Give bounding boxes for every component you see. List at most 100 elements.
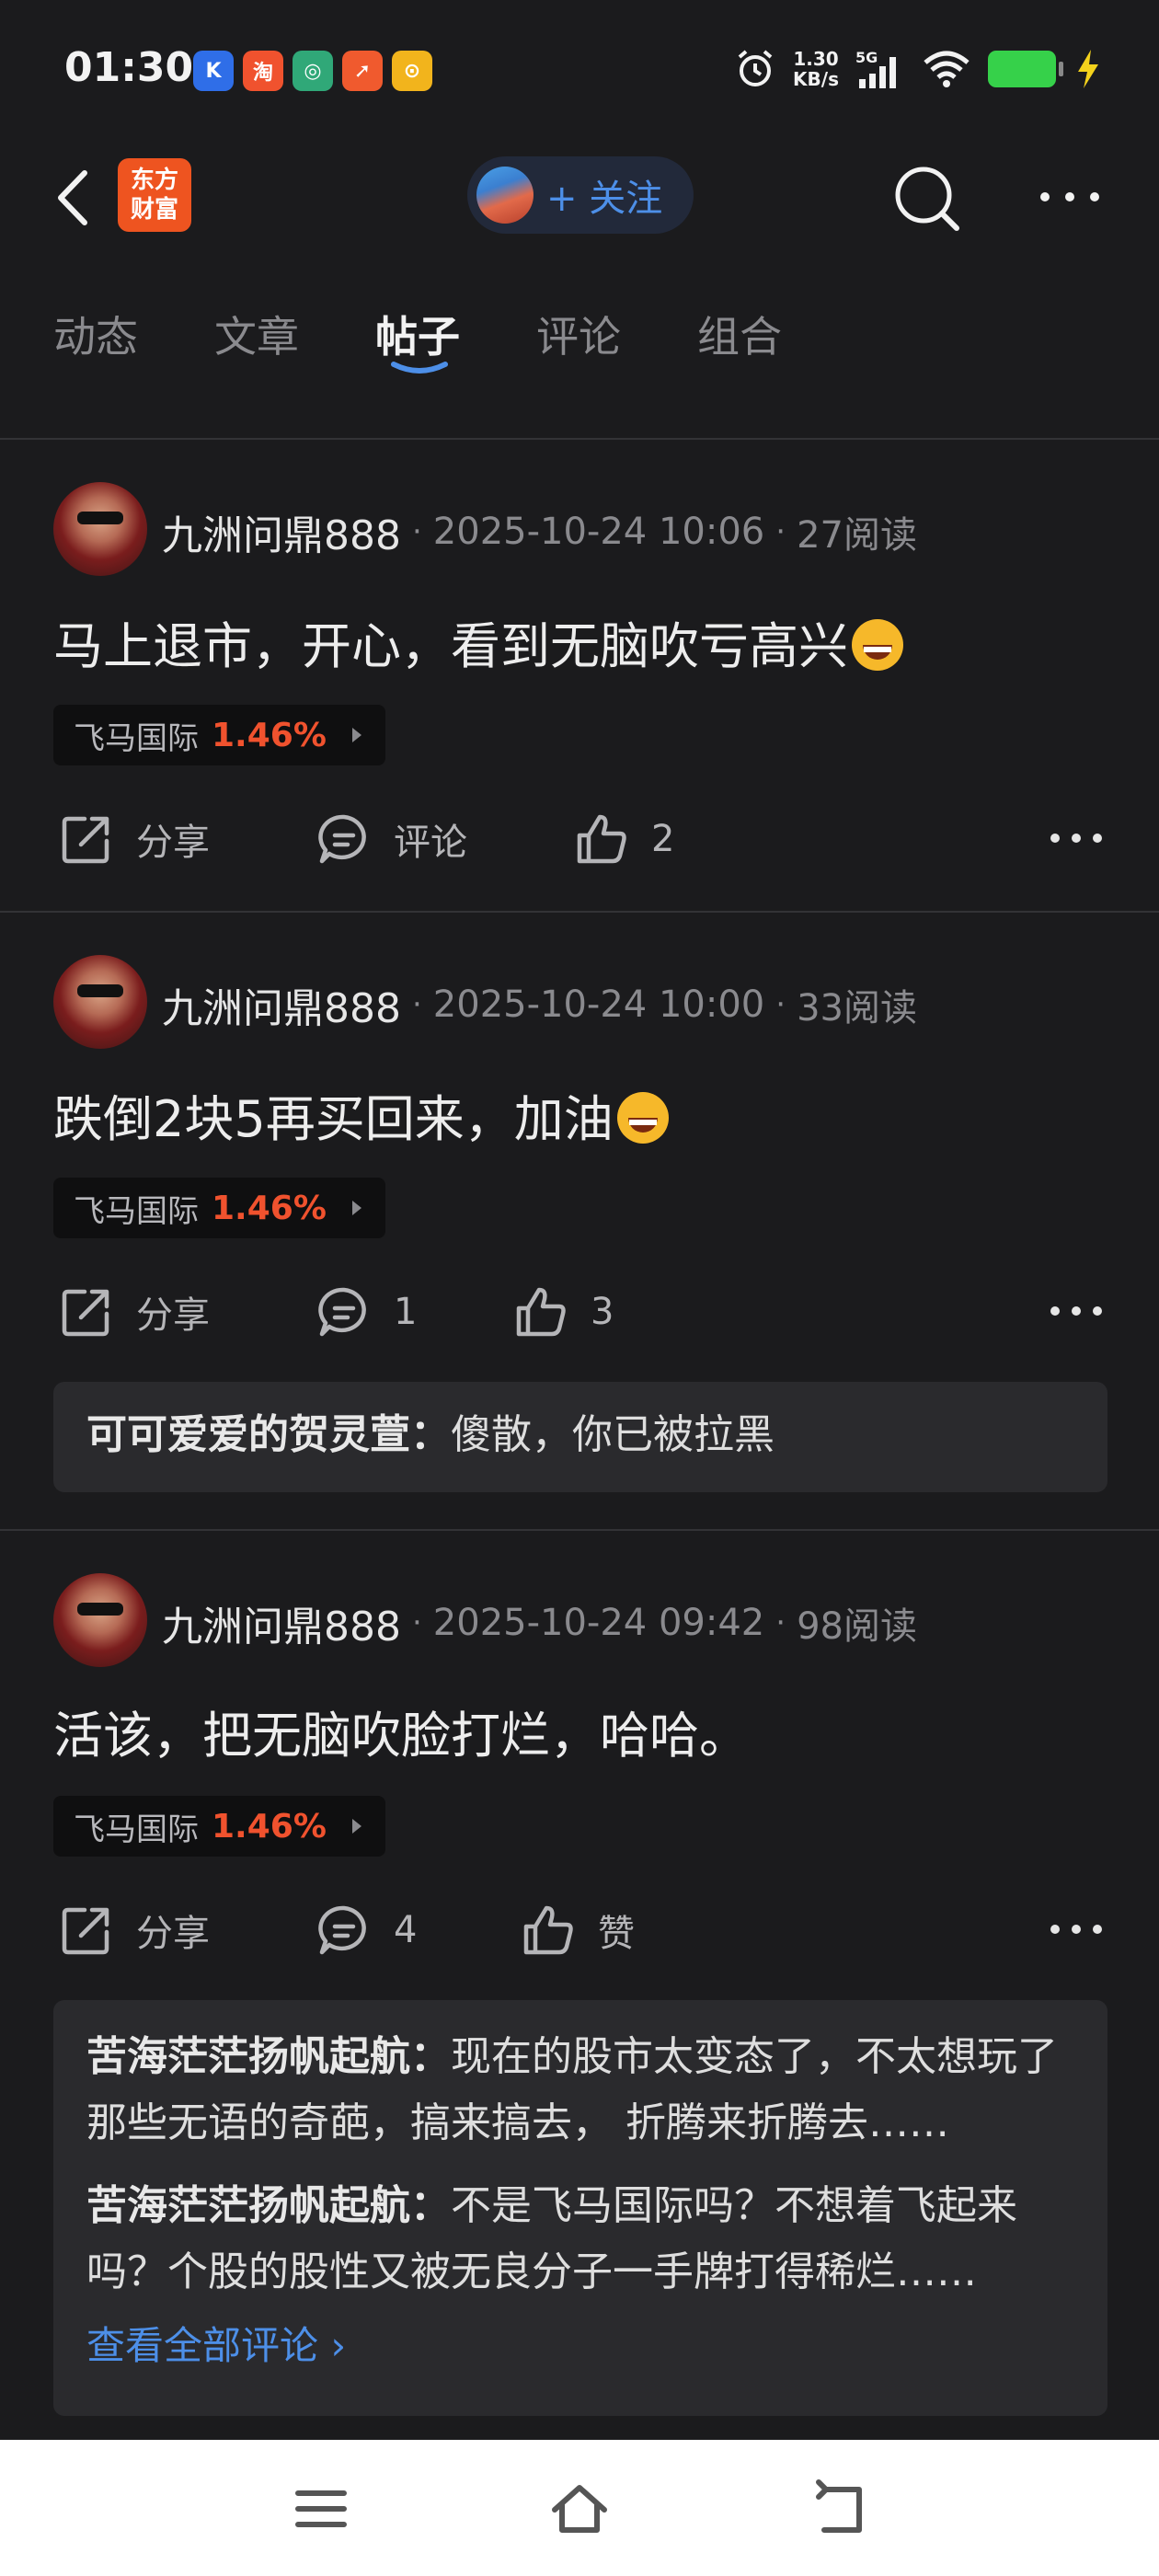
more-icon[interactable] <box>1049 830 1104 846</box>
battery-icon <box>988 51 1063 87</box>
comment-item[interactable]: 苦海茫茫扬帆起航：不是飞马国际吗？不想着飞起来吗？个股的股性又被无良分子一手牌打… <box>86 2173 1074 2306</box>
thumbs-up-icon <box>523 1905 573 1955</box>
stock-tag[interactable]: 飞马国际 1.46% <box>53 1796 385 1857</box>
comment-author: 可可爱爱的贺灵萱 <box>86 1411 410 1458</box>
more-icon[interactable] <box>1049 1303 1104 1319</box>
menu-icon[interactable] <box>289 2477 353 2541</box>
post-card[interactable]: 九洲问鼎888 · 2025-10-24 10:06 · 27阅读 马上退市，开… <box>0 440 1159 911</box>
post-meta: 九洲问鼎888 · 2025-10-24 10:06 · 27阅读 <box>162 502 917 561</box>
post-text[interactable]: 活该，把无脑吹脸打烂，哈哈。 <box>53 1695 749 1767</box>
tab-indicator <box>391 362 448 374</box>
wifi-icon <box>924 51 970 87</box>
comment-author: 苦海茫茫扬帆起航 <box>86 2182 410 2229</box>
comment-button[interactable]: 评论 <box>315 802 467 876</box>
comment-text: 傻散，你已被拉黑 <box>451 1411 775 1458</box>
username[interactable]: 九洲问鼎888 <box>162 975 401 1034</box>
k-app-icon: K <box>193 51 234 91</box>
comment-item[interactable]: 可可爱爱的贺灵萱：傻散，你已被拉黑 <box>86 1402 1074 1468</box>
profile-tabs: 动态 文章 帖子 评论 组合 <box>0 294 1159 386</box>
tab-dynamics[interactable]: 动态 <box>53 304 138 364</box>
post-text[interactable]: 马上退市，开心，看到无脑吹亏高兴 <box>53 605 903 678</box>
green-app-icon: ◎ <box>293 51 333 91</box>
like-button[interactable]: 3 <box>511 1275 614 1349</box>
post-actions: 分享 1 3 <box>0 1275 1159 1349</box>
home-icon[interactable] <box>547 2477 612 2541</box>
laughing-emoji-icon <box>852 619 903 671</box>
share-button[interactable]: 分享 <box>57 1275 210 1349</box>
post-card[interactable]: 九洲问鼎888 · 2025-10-24 10:00 · 33阅读 跌倒2块5再… <box>0 913 1159 1529</box>
follow-label: + 关注 <box>546 178 663 220</box>
status-time: 01:30 <box>64 44 194 91</box>
comment-preview[interactable]: 可可爱爱的贺灵萱：傻散，你已被拉黑 <box>53 1382 1107 1492</box>
comment-item[interactable]: 苦海茫茫扬帆起航：现在的股市太变态了，不太想玩了那些无语的奇葩，搞来搞去， 折腾… <box>86 2024 1074 2156</box>
network-label: 5G <box>855 49 878 66</box>
follow-button[interactable]: + 关注 <box>467 156 694 234</box>
post-card[interactable]: 九洲问鼎888 · 2025-10-24 09:42 · 98阅读 活该，把无脑… <box>0 1531 1159 2440</box>
stock-tag[interactable]: 飞马国际 1.46% <box>53 705 385 765</box>
post-meta: 九洲问鼎888 · 2025-10-24 09:42 · 98阅读 <box>162 1593 917 1652</box>
red-app-icon: ➚ <box>342 51 383 91</box>
like-button[interactable]: 赞 <box>519 1893 635 1967</box>
taobao-icon: 淘 <box>243 51 283 91</box>
more-icon[interactable] <box>1049 1921 1104 1938</box>
post-time: 2025-10-24 09:42 <box>432 1602 765 1644</box>
share-icon <box>62 1907 109 1955</box>
share-icon <box>62 1289 109 1337</box>
user-avatar <box>476 167 534 224</box>
comment-button[interactable]: 1 <box>315 1275 417 1349</box>
yellow-app-icon: ⊙ <box>392 51 432 91</box>
thumbs-up-icon <box>516 1287 566 1337</box>
share-button[interactable]: 分享 <box>57 802 210 876</box>
alarm-icon <box>738 50 773 86</box>
back-nav-icon[interactable] <box>806 2477 870 2541</box>
read-count: 33阅读 <box>797 987 917 1029</box>
status-right: 1.30 KB/s 5G <box>734 48 1104 90</box>
post-meta: 九洲问鼎888 · 2025-10-24 10:00 · 33阅读 <box>162 975 917 1034</box>
tab-portfolio[interactable]: 组合 <box>697 304 782 364</box>
grinning-emoji-icon <box>616 1092 669 1144</box>
comment-author: 苦海茫茫扬帆起航 <box>86 2033 410 2080</box>
avatar[interactable] <box>53 1573 147 1667</box>
play-arrow-icon <box>351 1819 361 1834</box>
comment-preview[interactable]: 苦海茫茫扬帆起航：现在的股市太变态了，不太想玩了那些无语的奇葩，搞来搞去， 折腾… <box>53 2000 1107 2416</box>
stock-change: 1.46% <box>212 716 327 754</box>
share-button[interactable]: 分享 <box>57 1893 210 1967</box>
comment-button[interactable]: 4 <box>315 1893 417 1967</box>
read-count: 27阅读 <box>797 514 917 557</box>
post-time: 2025-10-24 10:00 <box>432 983 765 1026</box>
comment-icon <box>318 1905 366 1955</box>
stock-name: 飞马国际 <box>74 1192 199 1230</box>
username[interactable]: 九洲问鼎888 <box>162 1593 401 1652</box>
post-actions: 分享 评论 2 <box>0 802 1159 876</box>
post-text[interactable]: 跌倒2块5再买回来，加油 <box>53 1078 669 1151</box>
tab-comments[interactable]: 评论 <box>536 304 621 364</box>
stock-change: 1.46% <box>212 1807 327 1846</box>
play-arrow-icon <box>351 728 361 742</box>
net-speed: 1.30 KB/s <box>793 48 839 90</box>
comment-icon <box>318 1287 366 1337</box>
read-count: 98阅读 <box>797 1605 917 1648</box>
more-icon[interactable] <box>1038 188 1102 206</box>
avatar[interactable] <box>53 955 147 1049</box>
search-icon[interactable] <box>889 160 966 237</box>
back-icon[interactable] <box>48 166 103 230</box>
stock-change: 1.46% <box>212 1189 327 1227</box>
thumbs-up-icon <box>577 814 626 864</box>
like-button[interactable]: 2 <box>572 802 674 876</box>
signal-icon: 5G <box>855 49 896 88</box>
stock-tag[interactable]: 飞马国际 1.46% <box>53 1178 385 1238</box>
tab-articles[interactable]: 文章 <box>214 304 299 364</box>
header: 东方 财富 + 关注 <box>0 138 1159 258</box>
username[interactable]: 九洲问鼎888 <box>162 502 401 561</box>
post-actions: 分享 4 赞 <box>0 1893 1159 1967</box>
avatar[interactable] <box>53 482 147 576</box>
status-app-icons: K 淘 ◎ ➚ ⊙ <box>193 51 432 91</box>
stock-name: 飞马国际 <box>74 1811 199 1848</box>
post-time: 2025-10-24 10:06 <box>432 511 765 553</box>
status-bar: 01:30 K 淘 ◎ ➚ ⊙ 1.30 KB/s 5G <box>0 0 1159 138</box>
app-logo[interactable]: 东方 财富 <box>118 158 191 232</box>
share-icon <box>62 816 109 864</box>
charging-icon <box>1078 50 1098 88</box>
view-all-comments-link[interactable]: 查看全部评论 › <box>86 2315 1074 2371</box>
tab-posts[interactable]: 帖子 <box>375 304 460 364</box>
